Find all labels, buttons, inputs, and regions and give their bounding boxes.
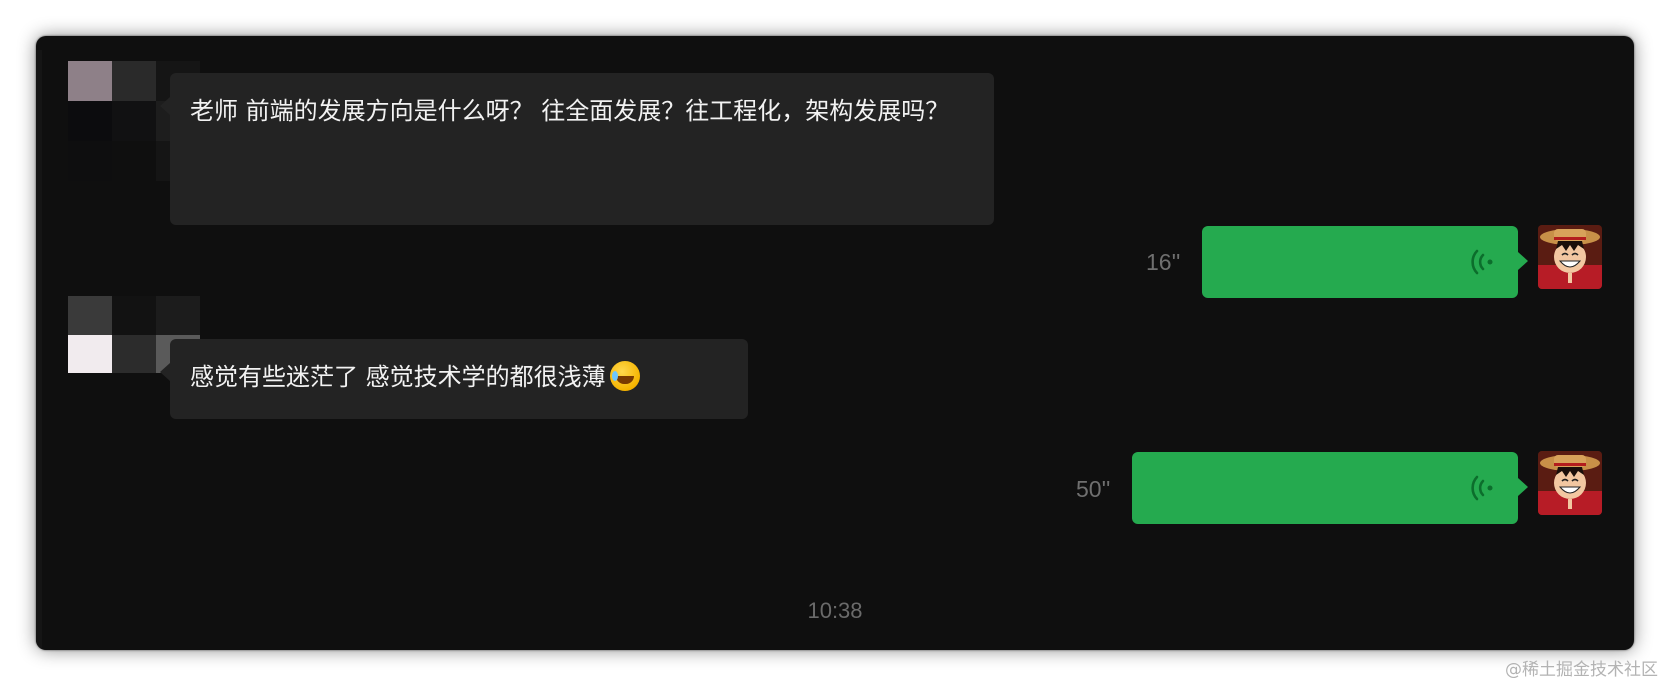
incoming-message[interactable]: 老师 前端的发展方向是什么呀？ 往全面发展？往工程化，架构发展吗？ (160, 73, 994, 225)
voice-duration: 50'' (1076, 476, 1111, 502)
window-edge (36, 50, 42, 650)
message-text: 感觉有些迷茫了 感觉技术学的都很浅薄 (190, 363, 606, 391)
incoming-message[interactable]: 感觉有些迷茫了 感觉技术学的都很浅薄 (160, 339, 748, 419)
sound-wave-icon (1471, 249, 1493, 275)
self-avatar[interactable] (1538, 225, 1602, 289)
sound-wave-icon (1471, 475, 1493, 501)
message-text: 老师 前端的发展方向是什么呀？ 往全面发展？往工程化，架构发展吗？ (190, 97, 950, 125)
anime-avatar-icon (1538, 451, 1602, 515)
chat-window: 老师 前端的发展方向是什么呀？ 往全面发展？往工程化，架构发展吗？ 16'' 感… (36, 36, 1634, 650)
anime-avatar-icon (1538, 225, 1602, 289)
message-timestamp: 10:38 (807, 598, 863, 623)
laughing-tears-emoji-icon (609, 361, 640, 391)
watermark: @稀土掘金技术社区 (1505, 660, 1658, 680)
voice-message[interactable] (1132, 452, 1528, 524)
self-avatar[interactable] (1538, 451, 1602, 515)
voice-message[interactable] (1202, 226, 1528, 298)
voice-duration: 16'' (1146, 249, 1181, 275)
